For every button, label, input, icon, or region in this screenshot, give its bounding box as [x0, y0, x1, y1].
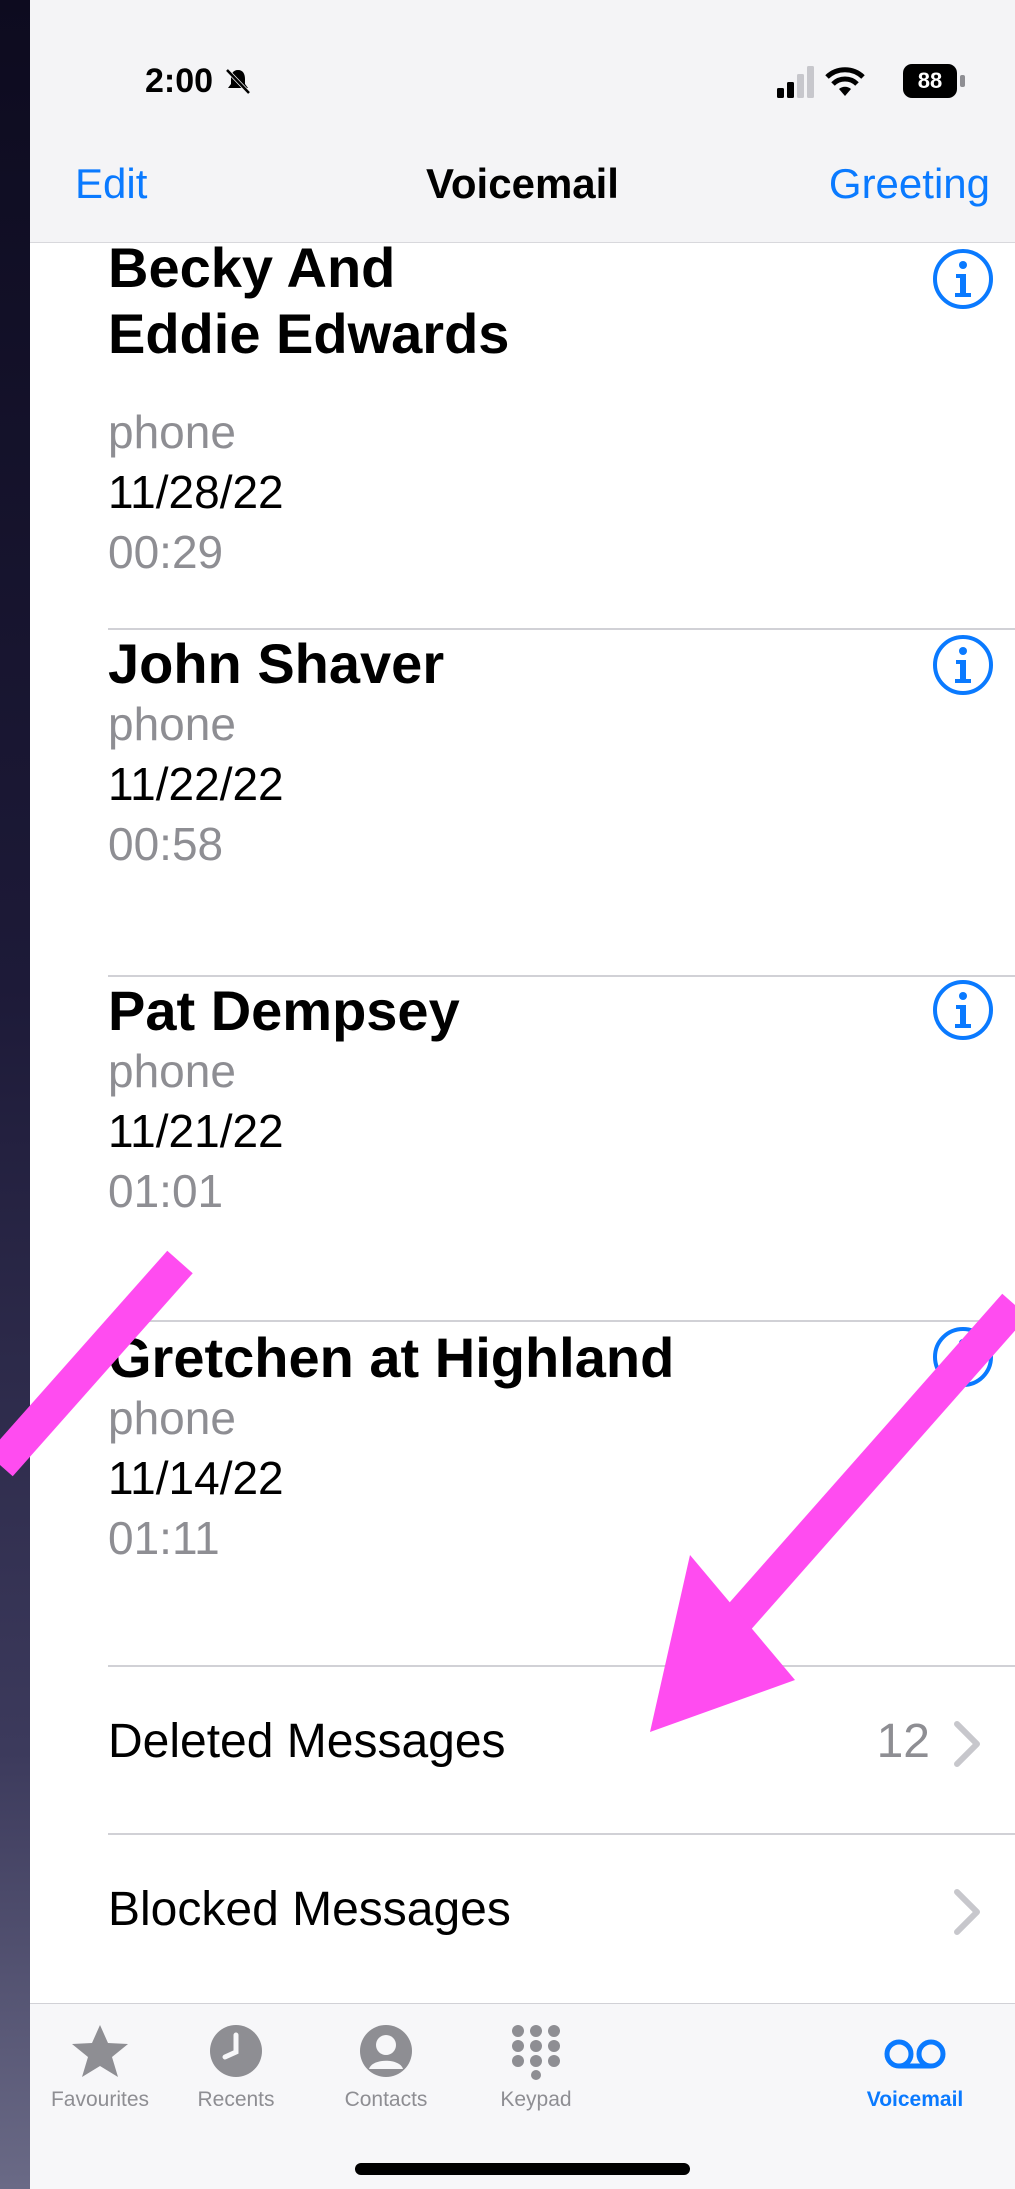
voicemail-caller-name: Gretchen at Highland	[108, 1326, 675, 1389]
voicemail-duration: 00:58	[108, 818, 224, 870]
voicemail-date: 11/28/22	[108, 466, 284, 518]
phone-screen: 2:00 88 Edit Voicemail Greeting Becky An…	[30, 0, 1015, 2189]
blocked-messages-row[interactable]: Blocked Messages	[30, 1836, 1015, 2001]
battery-level: 88	[903, 64, 957, 98]
deleted-messages-label: Deleted Messages	[108, 1715, 506, 1768]
voicemail-label: phone	[108, 1045, 236, 1097]
keypad-icon	[512, 2025, 560, 2080]
voicemail-item[interactable]: Pat Dempsey phone 11/21/22 01:01	[30, 978, 1015, 1318]
voicemail-icon	[884, 2039, 946, 2069]
chevron-right-icon	[954, 1721, 980, 1767]
info-icon[interactable]	[931, 247, 995, 311]
voicemail-date: 11/14/22	[108, 1452, 284, 1504]
voicemail-item[interactable]: Becky And Eddie Edwards phone 11/28/22 0…	[30, 236, 1015, 578]
status-bar: 2:00 88	[30, 0, 1015, 150]
list-separator	[108, 628, 1015, 630]
list-separator	[108, 1833, 1015, 1835]
deleted-messages-count: 12	[876, 1715, 930, 1768]
voicemail-date: 11/21/22	[108, 1105, 284, 1157]
tab-label: Keypad	[500, 2088, 572, 2111]
home-indicator	[355, 2163, 690, 2175]
wifi-icon	[825, 67, 865, 96]
voicemail-duration: 01:11	[108, 1512, 220, 1564]
voicemail-caller-name: Pat Dempsey	[108, 979, 460, 1042]
greeting-button[interactable]: Greeting	[829, 160, 990, 208]
silent-mode-icon	[225, 68, 250, 95]
voicemail-caller-name: John Shaver	[108, 632, 445, 695]
blocked-messages-label: Blocked Messages	[108, 1883, 511, 1936]
tab-favourites[interactable]: Favourites	[30, 2022, 170, 2112]
voicemail-duration: 01:01	[108, 1165, 224, 1217]
tab-recents[interactable]: Recents	[166, 2022, 306, 2112]
caller-name-line-1: Becky And	[108, 236, 396, 299]
clock-time: 2:00	[145, 62, 214, 100]
tab-bar: Favourites Recents Contacts Keypad Voice…	[30, 2003, 1015, 2189]
tab-label: Voicemail	[866, 2088, 964, 2111]
cellular-signal-icon	[777, 66, 814, 98]
tab-label: Contacts	[344, 2088, 428, 2111]
battery-indicator: 88	[903, 64, 965, 98]
chevron-right-icon	[954, 1889, 980, 1935]
info-icon[interactable]	[931, 978, 995, 1042]
battery-cap	[960, 75, 965, 87]
info-icon[interactable]	[931, 1325, 995, 1389]
voicemail-label: phone	[108, 1392, 236, 1444]
clock-icon	[210, 2025, 262, 2077]
voicemail-duration: 00:29	[108, 526, 224, 578]
voicemail-item[interactable]: Gretchen at Highland phone 11/14/22 01:1…	[30, 1325, 1015, 1665]
star-icon	[72, 2025, 128, 2077]
status-time: 2:00	[145, 62, 253, 101]
caller-name-line-2: Eddie Edwards	[108, 302, 510, 365]
list-separator	[108, 1320, 1015, 1322]
tab-label: Recents	[197, 2088, 275, 2111]
voicemail-label: phone	[108, 698, 236, 750]
person-icon	[360, 2025, 412, 2077]
info-icon[interactable]	[931, 633, 995, 697]
voicemail-label: phone	[108, 406, 236, 458]
navigation-bar: Edit Voicemail Greeting	[30, 150, 1015, 243]
voicemail-date: 11/22/22	[108, 758, 284, 810]
tab-voicemail[interactable]: Voicemail	[845, 2022, 985, 2112]
list-separator	[108, 975, 1015, 977]
list-separator	[108, 1665, 1015, 1667]
voicemail-caller-name: Becky And Eddie Edwards	[108, 235, 509, 367]
tab-keypad[interactable]: Keypad	[466, 2022, 606, 2112]
voicemail-item[interactable]: John Shaver phone 11/22/22 00:58	[30, 632, 1015, 973]
tab-contacts[interactable]: Contacts	[316, 2022, 456, 2112]
deleted-messages-row[interactable]: Deleted Messages 12	[30, 1668, 1015, 1833]
tab-label: Favourites	[50, 2088, 150, 2111]
